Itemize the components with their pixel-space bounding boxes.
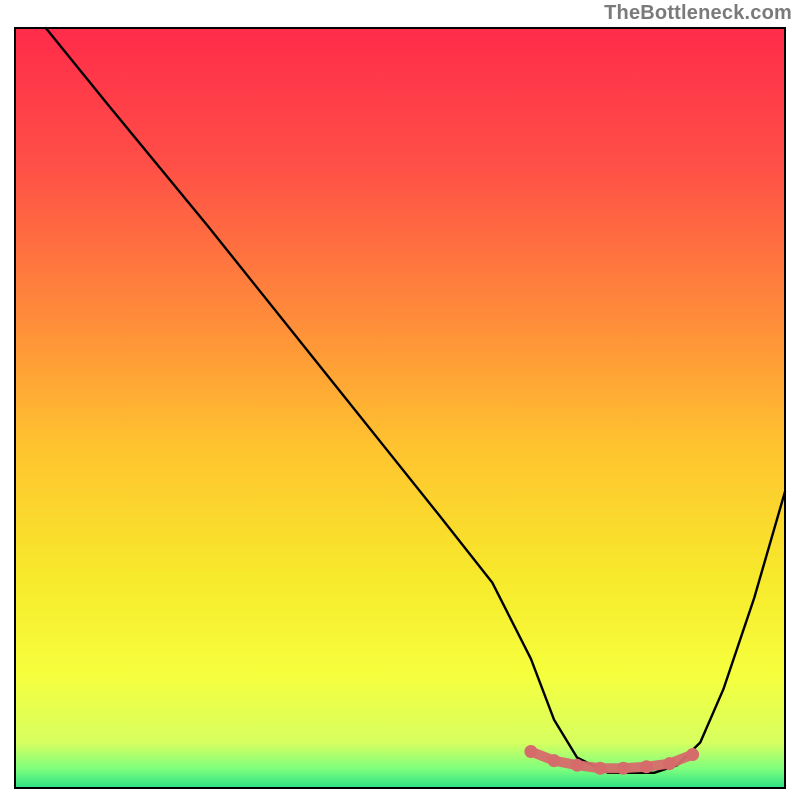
optimal-range-marker xyxy=(640,760,653,773)
bottleneck-chart xyxy=(0,0,800,800)
chart-stage: TheBottleneck.com xyxy=(0,0,800,800)
optimal-range-marker xyxy=(524,745,537,758)
optimal-range-marker xyxy=(548,754,561,767)
optimal-range-marker xyxy=(571,759,584,772)
optimal-range-marker xyxy=(663,757,676,770)
optimal-range-marker xyxy=(686,748,699,761)
optimal-range-marker xyxy=(617,762,630,775)
optimal-range-marker xyxy=(594,762,607,775)
plot-background xyxy=(15,28,785,788)
